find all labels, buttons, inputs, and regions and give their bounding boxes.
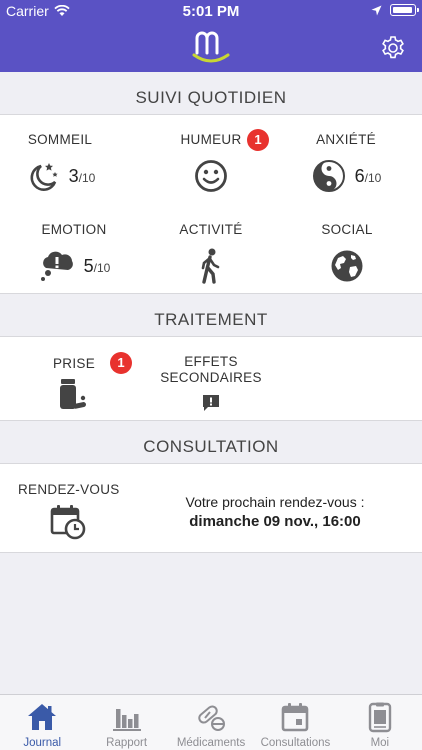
home-icon [28,704,57,730]
pill-bottle-icon [60,379,87,409]
tab-label-journal: Journal [23,737,62,749]
yin-yang-icon [312,160,345,192]
appointment-label: RENDEZ-VOUS [18,482,120,497]
pills-icon [198,705,226,731]
emotion-value: 5/10 [83,255,111,276]
tile-anxiety[interactable]: ANXIÉTÉ 6/10 [276,132,416,194]
tile-activity[interactable]: ACTIVITÉ [141,222,281,284]
profile-document-icon [368,702,392,733]
tab-label-medicaments: Médicaments [176,737,246,749]
treatment-card: PRISE 1 EFFETS SECONDAIRES [0,336,422,421]
calendar-clock-icon [50,505,86,540]
emotion-label: EMOTION [41,222,107,237]
battery-icon [390,4,419,16]
side-effects-label-line1: EFFETS [184,354,238,369]
daily-tracking-card: SOMMEIL 3/10 HUMEUR 1 ANXIÉTÉ 6/10 EMOTI… [0,114,422,294]
status-time: 5:01 PM [182,3,240,20]
smiley-icon [195,160,227,192]
location-arrow-icon [371,5,382,15]
tab-label-consultations: Consultations [260,737,331,749]
tab-journal[interactable]: Journal [0,695,84,750]
consultation-card[interactable]: RENDEZ-VOUS Votre prochain rendez-vous :… [0,463,422,553]
section-title-consultation: CONSULTATION [143,437,279,456]
tab-moi[interactable]: Moi [338,695,422,750]
tab-rapport[interactable]: Rapport [84,695,168,750]
activity-label: ACTIVITÉ [179,222,243,237]
tab-medicaments[interactable]: Médicaments [169,695,253,750]
next-appointment: Votre prochain rendez-vous : dimanche 09… [170,492,380,532]
app-logo [192,31,230,63]
next-appointment-date: dimanche 09 nov., 16:00 [189,513,361,530]
status-bar: Carrier 5:01 PM [0,0,422,22]
anxiety-label: ANXIÉTÉ [316,132,376,147]
moon-stars-icon [30,163,58,191]
next-appointment-text: Votre prochain rendez-vous : [185,494,365,510]
anxiety-value: 6/10 [354,165,382,186]
alert-message-icon [203,395,219,411]
sleep-label: SOMMEIL [27,132,93,147]
tab-consultations[interactable]: Consultations [253,695,337,750]
side-effects-label-line2: SECONDAIRES [160,370,262,385]
tile-emotion[interactable]: EMOTION 5/10 [4,222,144,284]
section-title-daily: SUIVI QUOTIDIEN [135,88,287,107]
tab-bar: Journal Rapport Médicaments Consultation… [0,694,422,750]
thought-bubble-icon [40,251,73,281]
mood-notification-badge: 1 [247,129,269,151]
social-label: SOCIAL [321,222,373,237]
calendar-icon [282,703,309,732]
tile-side-effects[interactable]: EFFETS SECONDAIRES [141,354,281,418]
bar-chart-icon [112,709,141,731]
app-header: Carrier 5:01 PM [0,0,422,72]
globe-icon [331,250,363,282]
walking-person-icon [201,248,220,284]
tab-label-moi: Moi [370,737,390,749]
tile-sleep[interactable]: SOMMEIL 3/10 [0,132,130,194]
section-title-treatment: TRAITEMENT [154,310,268,329]
tab-label-rapport: Rapport [106,737,148,749]
settings-gear-icon[interactable] [380,35,406,61]
tile-social[interactable]: SOCIAL [277,222,417,284]
sleep-value: 3/10 [68,165,96,186]
intake-notification-badge: 1 [110,352,132,374]
